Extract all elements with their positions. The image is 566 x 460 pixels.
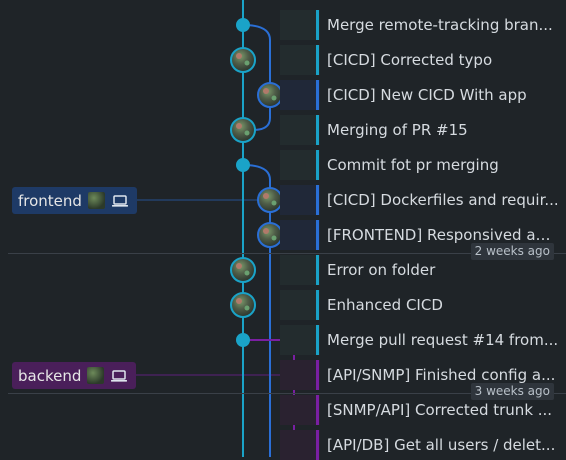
commit-row-bg	[280, 10, 320, 40]
lane-marker	[316, 325, 319, 355]
relative-time-badge: 3 weeks ago	[470, 383, 554, 400]
commit-row-bg	[280, 360, 320, 390]
commit-node-dot	[236, 18, 250, 32]
commit-row-bg	[280, 255, 320, 285]
commit-message[interactable]: [API/DB] Get all users / delet...	[327, 433, 559, 457]
lane-marker	[316, 395, 319, 425]
lane-marker	[316, 80, 319, 110]
commit-avatar-icon	[230, 257, 256, 283]
commit-avatar-icon	[230, 292, 256, 318]
commit-message[interactable]: Enhanced CICD	[327, 293, 559, 317]
commit-row-bg	[280, 395, 320, 425]
commit-row-bg	[280, 185, 320, 215]
commit-row-bg	[280, 115, 320, 145]
relative-time-badge: 2 weeks ago	[470, 243, 554, 260]
laptop-icon	[111, 194, 128, 207]
commit-avatar-icon	[257, 82, 283, 108]
commit-row-bg	[280, 150, 320, 180]
branch-name: backend	[18, 366, 82, 385]
lane-marker	[316, 220, 319, 250]
commit-message[interactable]: Error on folder	[327, 258, 559, 282]
commit-avatar-icon	[230, 117, 256, 143]
lane-marker	[316, 290, 319, 320]
frontend-lane-segment	[242, 24, 271, 131]
commit-message[interactable]: Merge remote-tracking bran...	[327, 13, 559, 37]
commit-message[interactable]: [CICD] New CICD With app	[327, 83, 559, 107]
commit-node-dot	[236, 158, 250, 172]
commit-message[interactable]: Merging of PR #15	[327, 118, 559, 142]
lane-marker	[316, 150, 319, 180]
lane-marker	[316, 185, 319, 215]
commit-message[interactable]: [SNMP/API] Corrected trunk ...	[327, 398, 559, 422]
commit-avatar-icon	[230, 47, 256, 73]
branch-name: frontend	[18, 191, 82, 210]
lane-marker	[316, 430, 319, 460]
commit-message[interactable]: [CICD] Corrected typo	[327, 48, 559, 72]
commit-avatar-icon	[257, 222, 283, 248]
laptop-icon	[111, 369, 128, 382]
branch-tag-frontend[interactable]: frontend	[12, 187, 137, 214]
commit-row-bg	[280, 45, 320, 75]
lane-marker	[316, 45, 319, 75]
commit-avatar-icon	[257, 187, 283, 213]
commit-message[interactable]: Commit fot pr merging	[327, 153, 559, 177]
commit-node-dot	[236, 333, 250, 347]
commit-row-bg	[280, 290, 320, 320]
lane-marker	[316, 255, 319, 285]
avatar-icon	[87, 367, 105, 384]
lane-marker	[316, 115, 319, 145]
commit-message[interactable]: [CICD] Dockerfiles and requir...	[327, 188, 559, 212]
commit-row-bg	[280, 430, 320, 460]
avatar-icon	[87, 192, 105, 209]
branch-tag-backend[interactable]: backend	[12, 362, 137, 389]
lane-marker	[316, 10, 319, 40]
commit-row-bg	[280, 325, 320, 355]
commit-row-bg	[280, 220, 320, 250]
commit-row-bg	[280, 80, 320, 110]
lane-marker	[316, 360, 319, 390]
commit-message[interactable]: Merge pull request #14 from...	[327, 328, 559, 352]
